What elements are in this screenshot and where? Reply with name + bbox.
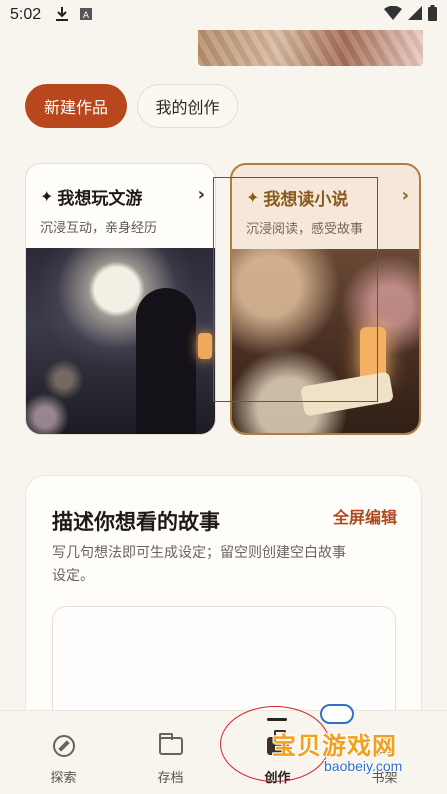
battery-icon [428,4,437,26]
card-play-game[interactable]: ✦ 我想玩文游 沉浸互动，亲身经历 › [25,163,216,435]
figure-silhouette [136,288,196,434]
card-title-row: ✦ 我想读小说 [246,185,405,210]
briefcase-icon [266,730,289,759]
download-icon [55,6,69,25]
sparkle-icon: ✦ [246,188,260,207]
card-title: 我想读小说 [263,190,349,210]
sparkle-icon: ✦ [40,187,54,206]
card-image-study-scene [232,249,419,433]
chevron-right-icon: › [197,184,205,205]
folder-icon [158,733,183,759]
active-tab-indicator [267,718,287,721]
card-subtitle: 沉浸阅读，感受故事 [246,222,364,237]
card-title: 我想玩文游 [57,189,143,209]
card-title-row: ✦ 我想玩文游 [40,184,201,209]
signal-icon [408,5,422,25]
nav-label: 探索 [50,771,77,786]
nav-label: 存档 [157,771,184,786]
nav-label: 创作 [264,771,291,786]
tab-my-creations[interactable]: 我的创作 [137,84,238,128]
app-icon: A [79,7,93,24]
banner-image [198,30,423,66]
nav-explore[interactable]: 探索 [10,711,117,794]
svg-text:A: A [83,11,90,21]
tab-new-work[interactable]: 新建作品 [25,84,127,128]
panel-title: 描述你想看的故事 [52,510,220,534]
wifi-icon [384,5,402,25]
tab-row: 新建作品 我的创作 [25,84,238,128]
fullscreen-edit-button[interactable]: 全屏编辑 [333,504,397,528]
card-subtitle: 沉浸互动，亲身经历 [40,221,158,236]
card-image-night-scene [26,248,215,434]
nav-bookshelf[interactable]: 书架 [331,711,438,794]
nav-saves[interactable]: 存档 [117,711,224,794]
scroll [300,371,394,417]
card-read-novel[interactable]: ✦ 我想读小说 沉浸阅读，感受故事 › [230,163,421,435]
nav-label: 书架 [371,771,398,786]
card-header: ✦ 我想玩文游 沉浸互动，亲身经历 › [26,164,215,248]
book-icon [374,733,396,759]
card-header: ✦ 我想读小说 沉浸阅读，感受故事 › [232,165,419,249]
status-bar: 5:02 A [0,0,447,30]
lantern [198,333,212,359]
bottom-nav: 探索 存档 创作 书架 [0,710,447,794]
status-time: 5:02 [10,6,42,23]
nav-create[interactable]: 创作 [224,711,331,794]
compass-icon [52,733,75,759]
chevron-right-icon: › [401,185,409,206]
panel-hint: 写几句想法即可生成设定；留空则创建空白故事设定。 [52,545,346,584]
